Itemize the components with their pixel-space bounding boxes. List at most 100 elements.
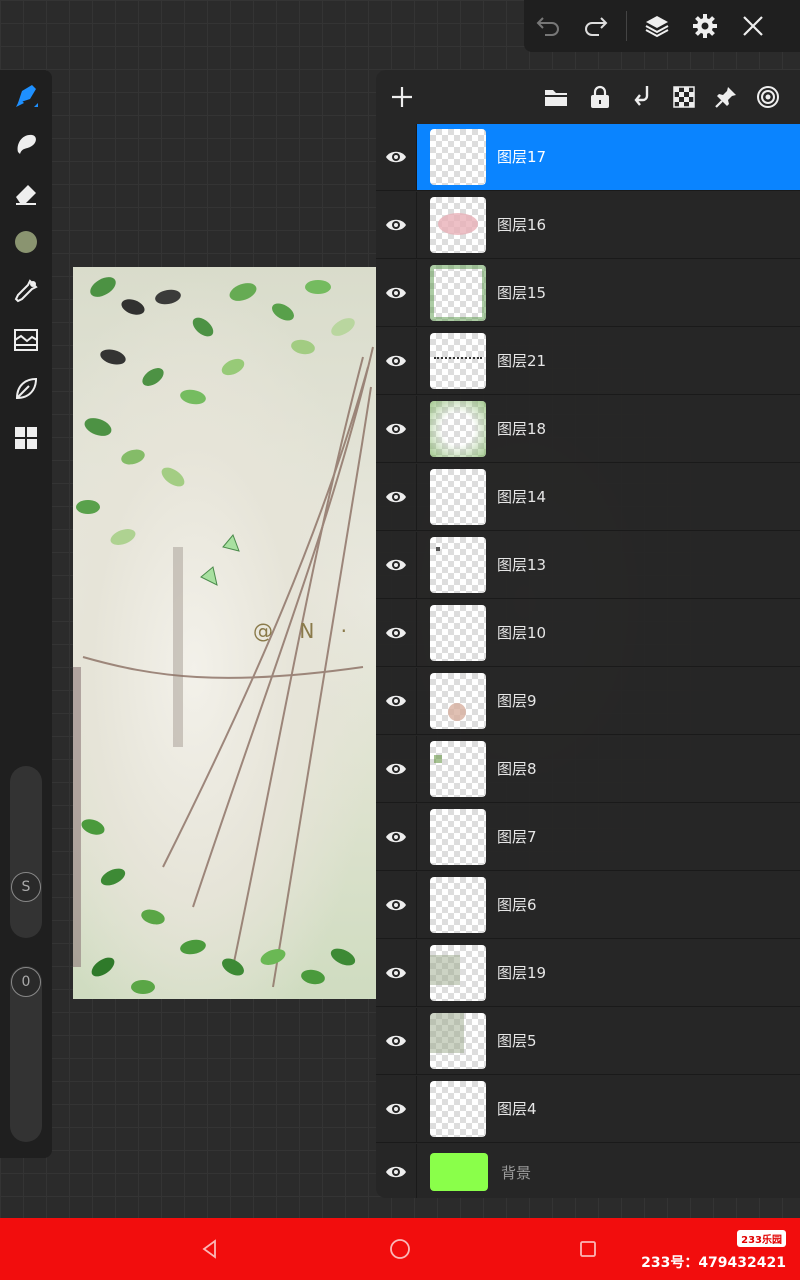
checker-button[interactable] <box>668 81 700 113</box>
brand-id-text: 233号：479432421 <box>641 1255 786 1271</box>
merge-down-button[interactable] <box>626 81 658 113</box>
brush-size-slider[interactable]: S <box>10 766 42 938</box>
background-layer-row[interactable]: 背景 <box>376 1144 800 1198</box>
layer-visibility-toggle[interactable] <box>376 328 416 394</box>
layer-body[interactable]: 图层19 <box>416 940 800 1006</box>
target-icon <box>757 86 779 108</box>
layer-row[interactable]: 图层19 <box>376 940 800 1007</box>
layer-body[interactable]: 图层15 <box>416 260 800 326</box>
layer-body[interactable]: 图层13 <box>416 532 800 598</box>
settings-button[interactable] <box>681 0 729 52</box>
eyedropper-tool[interactable] <box>6 271 46 311</box>
layer-row[interactable]: 图层7 <box>376 804 800 871</box>
undo-button[interactable] <box>524 0 572 52</box>
layer-row[interactable]: 图层13 <box>376 532 800 599</box>
layer-row[interactable]: 图层10 <box>376 600 800 667</box>
layer-row[interactable]: 图层9 <box>376 668 800 735</box>
layer-name: 图层7 <box>497 828 537 846</box>
layer-row[interactable]: 图层21 <box>376 328 800 395</box>
eye-icon <box>386 627 406 639</box>
merge-down-icon <box>634 86 649 106</box>
layer-row[interactable]: 图层6 <box>376 872 800 939</box>
layer-visibility-toggle[interactable] <box>376 1008 416 1074</box>
leaf-icon <box>15 377 38 400</box>
layer-body[interactable]: 图层6 <box>416 872 800 938</box>
eye-icon <box>386 1166 406 1178</box>
home-button[interactable] <box>388 1237 412 1261</box>
layer-row[interactable]: 图层18 <box>376 396 800 463</box>
layer-row[interactable]: 图层4 <box>376 1076 800 1143</box>
smudge-tool[interactable] <box>6 124 46 164</box>
layer-body[interactable]: 图层16 <box>416 192 800 258</box>
layer-row[interactable]: 图层14 <box>376 464 800 531</box>
layer-visibility-toggle[interactable] <box>376 668 416 734</box>
eye-icon <box>386 491 406 503</box>
layer-thumbnail <box>430 197 486 253</box>
eye-icon <box>386 831 406 843</box>
layer-visibility-toggle[interactable] <box>376 260 416 326</box>
layer-body[interactable]: 图层10 <box>416 600 800 666</box>
layer-name: 图层8 <box>497 760 537 778</box>
eye-icon <box>386 967 406 979</box>
recents-button[interactable] <box>576 1237 600 1261</box>
layer-body[interactable]: 图层21 <box>416 328 800 394</box>
layer-visibility-toggle[interactable] <box>376 124 416 190</box>
layer-thumbnail <box>430 945 486 1001</box>
layer-body[interactable]: 背景 <box>416 1144 800 1198</box>
layer-name: 图层21 <box>497 352 547 370</box>
color-swatch-dot <box>15 231 37 253</box>
layer-visibility-toggle[interactable] <box>376 940 416 1006</box>
layer-visibility-toggle[interactable] <box>376 396 416 462</box>
layer-thumbnail <box>430 469 486 525</box>
layer-visibility-toggle[interactable] <box>376 192 416 258</box>
back-button[interactable] <box>198 1237 222 1261</box>
opacity-slider[interactable]: 0 <box>10 966 42 1142</box>
layer-visibility-toggle[interactable] <box>376 1076 416 1142</box>
eyedropper-icon <box>14 279 38 303</box>
lock-icon <box>591 85 609 108</box>
layer-visibility-toggle[interactable] <box>376 532 416 598</box>
close-button[interactable] <box>729 0 777 52</box>
add-layer-button[interactable] <box>386 81 418 113</box>
layer-visibility-toggle[interactable] <box>376 736 416 802</box>
layer-row[interactable]: 图层15 <box>376 260 800 327</box>
brand-badge: 233乐园 <box>737 1230 786 1247</box>
brush-size-knob[interactable]: S <box>11 872 41 902</box>
layer-thumbnail <box>430 1013 486 1069</box>
layer-body[interactable]: 图层5 <box>416 1008 800 1074</box>
layer-visibility-toggle[interactable] <box>376 872 416 938</box>
layer-visibility-toggle[interactable] <box>376 804 416 870</box>
redo-button[interactable] <box>572 0 620 52</box>
layer-row[interactable]: 图层5 <box>376 1008 800 1075</box>
layers-button[interactable] <box>633 0 681 52</box>
leaf-tool[interactable] <box>6 369 46 409</box>
eraser-tool[interactable] <box>6 173 46 213</box>
opacity-knob[interactable]: 0 <box>11 967 41 997</box>
color-swatch[interactable] <box>6 222 46 262</box>
layer-body[interactable]: 图层8 <box>416 736 800 802</box>
layer-row[interactable]: 图层8 <box>376 736 800 803</box>
layer-body[interactable]: 图层4 <box>416 1076 800 1142</box>
adjust-tool[interactable] <box>6 320 46 360</box>
layer-body[interactable]: 图层18 <box>416 396 800 462</box>
layer-visibility-toggle[interactable] <box>376 464 416 530</box>
brush-tool[interactable] <box>6 75 46 115</box>
layer-body[interactable]: 图层7 <box>416 804 800 870</box>
layer-visibility-toggle[interactable] <box>376 600 416 666</box>
layer-name: 图层16 <box>497 216 547 234</box>
target-button[interactable] <box>752 81 784 113</box>
pin-button[interactable] <box>710 81 742 113</box>
layers-icon <box>645 16 669 38</box>
layer-name: 图层17 <box>497 148 547 166</box>
layer-visibility-toggle[interactable] <box>376 1144 416 1198</box>
layer-row[interactable]: 图层16 <box>376 192 800 259</box>
layer-row[interactable]: 图层17 <box>376 124 800 191</box>
layer-body[interactable]: 图层14 <box>416 464 800 530</box>
lock-button[interactable] <box>584 81 616 113</box>
canvas-artwork[interactable]: @ N · <box>73 267 376 999</box>
grid-tool[interactable] <box>6 418 46 458</box>
layer-body[interactable]: 图层9 <box>416 668 800 734</box>
layer-thumbnail <box>430 1081 486 1137</box>
folder-button[interactable] <box>540 81 572 113</box>
layer-body[interactable]: 图层17 <box>416 124 800 190</box>
